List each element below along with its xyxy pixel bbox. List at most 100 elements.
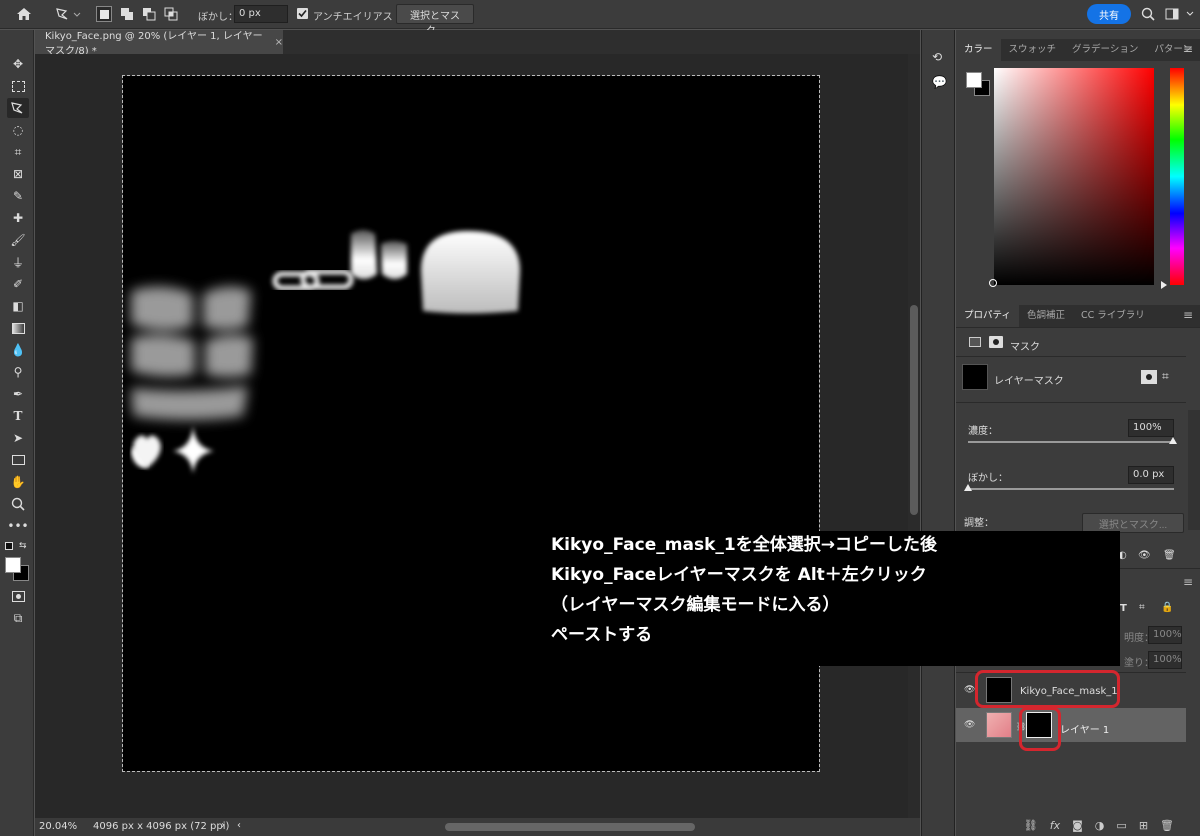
status-chevron-icon[interactable]: ›: [221, 820, 225, 831]
new-selection-icon[interactable]: [95, 4, 113, 24]
tab-cc-libraries[interactable]: CC ライブラリ: [1073, 305, 1153, 327]
tab-properties[interactable]: プロパティ: [956, 305, 1019, 327]
density-slider-knob[interactable]: [1169, 437, 1177, 444]
delete-layer-icon[interactable]: 🗑: [1160, 819, 1174, 832]
move-tool-icon[interactable]: ✥: [7, 54, 29, 74]
tab-color[interactable]: カラー: [956, 39, 1001, 61]
adjust-label: 調整：: [964, 518, 994, 529]
add-to-selection-icon[interactable]: [118, 4, 136, 24]
eyedropper-tool-icon[interactable]: ✎: [7, 186, 29, 206]
apply-mask-icon[interactable]: [1141, 370, 1157, 384]
vector-mask-icon[interactable]: ⌗: [1162, 369, 1169, 384]
opacity-input[interactable]: 100%: [1148, 626, 1182, 644]
antialias-checkbox[interactable]: [297, 8, 308, 19]
properties-select-mask-button[interactable]: 選択とマスク...: [1082, 513, 1184, 533]
gradient-tool-icon[interactable]: [7, 318, 29, 338]
frame-tool-icon[interactable]: ⊠: [7, 164, 29, 184]
dodge-tool-icon[interactable]: ⚲: [7, 362, 29, 382]
lock-artboard-icon[interactable]: ⌗: [1139, 602, 1145, 613]
marquee-tool-icon[interactable]: [7, 76, 29, 96]
horizontal-scrollbar-thumb[interactable]: [445, 823, 695, 831]
scroll-left-icon[interactable]: ‹: [237, 820, 241, 831]
brush-tool-icon[interactable]: 🖌: [7, 230, 29, 250]
swap-colors-icon[interactable]: ⇆: [19, 541, 27, 551]
visibility-eye-icon[interactable]: 👁: [964, 720, 975, 730]
history-brush-tool-icon[interactable]: ✐: [7, 274, 29, 294]
foreground-color-swatch[interactable]: [5, 557, 21, 573]
properties-scrollbar[interactable]: [1188, 410, 1200, 530]
lasso-tool-preset-icon[interactable]: [52, 4, 84, 24]
color-field[interactable]: [994, 68, 1154, 285]
zoom-tool-icon[interactable]: [7, 494, 29, 514]
document-tab[interactable]: Kikyo_Face.png @ 20% (レイヤー 1, レイヤーマスク/8)…: [35, 30, 283, 57]
properties-panel-tabs: プロパティ 色調補正 CC ライブラリ: [956, 305, 1200, 327]
rectangle-tool-icon[interactable]: [7, 450, 29, 470]
more-tools-icon[interactable]: •••: [7, 516, 29, 536]
history-panel-icon[interactable]: ⟲: [932, 50, 942, 64]
options-bar: ぼかし： 0 px アンチエイリアス 選択とマスク... 共有: [0, 0, 1200, 37]
properties-feather-input[interactable]: 0.0 px: [1128, 466, 1174, 484]
vertical-scrollbar-thumb[interactable]: [910, 305, 918, 515]
document-canvas[interactable]: [122, 75, 820, 772]
close-icon[interactable]: ×: [275, 37, 283, 48]
add-mask-icon[interactable]: ◙: [1072, 819, 1083, 832]
share-button[interactable]: 共有: [1087, 4, 1131, 24]
panel-menu-icon[interactable]: ≡: [1183, 42, 1193, 56]
home-icon[interactable]: [12, 4, 36, 24]
zoom-level[interactable]: 20.04%: [39, 821, 77, 832]
crop-tool-icon[interactable]: ⌗: [7, 142, 29, 162]
tab-swatches[interactable]: スウォッチ: [1001, 39, 1065, 61]
quick-mask-icon[interactable]: [7, 586, 29, 606]
layers-menu-icon[interactable]: ≡: [1183, 575, 1193, 589]
path-selection-tool-icon[interactable]: ➤: [7, 428, 29, 448]
annotation-line: ペーストする: [551, 625, 653, 645]
lasso-tool-icon[interactable]: [7, 98, 29, 118]
chevron-down-icon[interactable]: [1183, 4, 1197, 24]
comments-panel-icon[interactable]: 💬: [932, 75, 947, 89]
properties-feather-label: ぼかし：: [968, 473, 1008, 484]
hand-tool-icon[interactable]: ✋: [7, 472, 29, 492]
search-icon[interactable]: [1138, 4, 1158, 24]
screen-mode-icon[interactable]: ⧉: [7, 608, 29, 628]
new-group-icon[interactable]: ▭: [1116, 819, 1126, 832]
adjustment-layer-icon[interactable]: ◑: [1095, 819, 1105, 832]
intersect-selection-icon[interactable]: [162, 4, 180, 24]
delete-mask-icon[interactable]: 🗑: [1163, 550, 1176, 561]
density-slider-track[interactable]: [968, 441, 1174, 443]
lock-icon[interactable]: 🔒: [1161, 602, 1173, 613]
hue-slider-knob[interactable]: [1161, 281, 1167, 289]
fill-input[interactable]: 100%: [1148, 651, 1182, 669]
quick-selection-tool-icon[interactable]: ◌: [7, 120, 29, 140]
layer-row-selected[interactable]: 👁 ⛓ レイヤー 1: [956, 708, 1186, 742]
layer-mask-icon[interactable]: [989, 336, 1003, 348]
feather-input[interactable]: 0 px: [234, 5, 288, 23]
layer-name[interactable]: レイヤー 1: [1060, 721, 1109, 736]
new-layer-icon[interactable]: ⊞: [1139, 819, 1148, 832]
default-colors-icon[interactable]: [5, 542, 13, 550]
link-layers-icon[interactable]: ⛓: [1024, 819, 1038, 832]
fx-icon[interactable]: fx: [1050, 819, 1060, 832]
annotation-line: （レイヤーマスク編集モードに入る）: [551, 595, 840, 615]
healing-brush-tool-icon[interactable]: ✚: [7, 208, 29, 228]
visibility-eye-icon[interactable]: 👁: [964, 685, 975, 695]
tab-gradients[interactable]: グラデーション: [1064, 39, 1146, 61]
clone-stamp-tool-icon[interactable]: ⏚: [7, 252, 29, 272]
hue-slider[interactable]: [1170, 68, 1184, 285]
subtract-from-selection-icon[interactable]: [140, 4, 158, 24]
workspace-icon[interactable]: [1162, 4, 1182, 24]
select-and-mask-button[interactable]: 選択とマスク...: [396, 4, 474, 37]
feather-slider-track[interactable]: [968, 488, 1174, 490]
eraser-tool-icon[interactable]: ◧: [7, 296, 29, 316]
properties-menu-icon[interactable]: ≡: [1183, 308, 1193, 322]
color-panel-foreground-swatch[interactable]: [966, 72, 982, 88]
feather-slider-knob[interactable]: [964, 484, 972, 491]
pixel-mask-icon[interactable]: [969, 337, 981, 347]
density-input[interactable]: 100%: [1128, 419, 1174, 437]
pen-tool-icon[interactable]: ✒: [7, 384, 29, 404]
tab-adjustments[interactable]: 色調補正: [1019, 305, 1073, 327]
type-tool-icon[interactable]: T: [7, 406, 29, 426]
blur-tool-icon[interactable]: 💧: [7, 340, 29, 360]
lock-type-icon[interactable]: T: [1120, 603, 1127, 614]
color-field-cursor[interactable]: [989, 279, 997, 287]
mask-visibility-icon[interactable]: 👁: [1138, 550, 1151, 561]
